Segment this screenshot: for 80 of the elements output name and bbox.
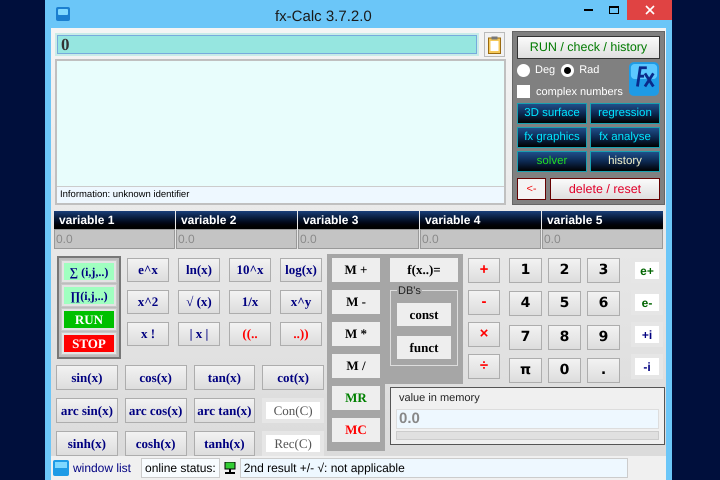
complex-key[interactable]: +i bbox=[631, 322, 663, 347]
memory-key[interactable]: M + bbox=[332, 258, 380, 282]
complex-checkbox[interactable]: complex numbers bbox=[517, 84, 623, 100]
tool-button[interactable]: fx graphics bbox=[517, 127, 587, 148]
memory-key[interactable]: M - bbox=[332, 290, 380, 314]
complex-key[interactable]: -i bbox=[631, 354, 663, 379]
function-key[interactable]: 10^x bbox=[229, 258, 271, 282]
function-key[interactable]: e^x bbox=[127, 258, 169, 282]
tool-button[interactable]: fx analyse bbox=[590, 127, 660, 148]
trig-key[interactable]: tanh(x) bbox=[194, 431, 256, 456]
trig-key[interactable]: arc sin(x) bbox=[56, 398, 118, 423]
digit-key[interactable]: 3 bbox=[587, 258, 620, 283]
loop-button[interactable]: ∏(i,j,..) bbox=[64, 287, 114, 304]
digit-key[interactable]: . bbox=[587, 358, 620, 383]
angle-radio[interactable]: Rad bbox=[561, 62, 600, 78]
trig-key[interactable]: arc tan(x) bbox=[194, 398, 256, 423]
digit-key[interactable]: π bbox=[509, 358, 542, 383]
variable-header: variable 5 bbox=[542, 211, 663, 229]
loop-button[interactable]: STOP bbox=[64, 335, 114, 352]
delete-reset-button[interactable]: delete / reset bbox=[550, 178, 660, 200]
info-bar: Information: unknown identifier bbox=[57, 186, 504, 203]
fx-logo-icon bbox=[629, 62, 659, 96]
variable-header: variable 3 bbox=[298, 211, 419, 229]
angle-radio[interactable]: Deg bbox=[517, 62, 556, 78]
expression-field[interactable]: 0 bbox=[55, 33, 479, 56]
online-status-label: online status: bbox=[141, 458, 220, 478]
function-key[interactable]: 1/x bbox=[229, 290, 271, 314]
trig-key[interactable]: tan(x) bbox=[194, 365, 256, 390]
network-icon bbox=[224, 462, 236, 474]
trig-key[interactable]: sin(x) bbox=[56, 365, 118, 390]
status-message: 2nd result +/- √: not applicable bbox=[240, 458, 628, 478]
digit-key[interactable]: 6 bbox=[587, 291, 620, 316]
close-button[interactable] bbox=[627, 0, 672, 20]
database-button[interactable]: funct bbox=[397, 336, 451, 359]
close-icon bbox=[644, 5, 654, 15]
digit-key[interactable]: 9 bbox=[587, 324, 620, 350]
clipboard-icon bbox=[488, 36, 501, 54]
trig-key[interactable]: cot(x) bbox=[262, 365, 324, 390]
function-key[interactable]: x^y bbox=[280, 290, 322, 314]
variable-header: variable 4 bbox=[420, 211, 541, 229]
function-key[interactable]: ln(x) bbox=[178, 258, 220, 282]
digit-key[interactable]: 1 bbox=[509, 258, 542, 283]
memory-label: value in memory bbox=[398, 391, 481, 406]
memory-value-field: 0.0 bbox=[396, 408, 659, 428]
variable-header: variable 2 bbox=[176, 211, 297, 229]
trig-key[interactable]: arc cos(x) bbox=[124, 398, 186, 423]
digit-key[interactable]: 4 bbox=[509, 291, 542, 316]
window-list-link[interactable]: window list bbox=[73, 459, 132, 477]
app-icon bbox=[56, 7, 70, 21]
trig-key[interactable]: Rec(C) bbox=[262, 431, 324, 456]
function-key[interactable]: x^2 bbox=[127, 290, 169, 314]
digit-key[interactable]: 5 bbox=[548, 291, 581, 316]
digit-key[interactable]: 7 bbox=[509, 324, 542, 350]
database-button[interactable]: const bbox=[397, 303, 451, 326]
tool-button[interactable]: 3D surface bbox=[517, 103, 587, 124]
variable-header: variable 1 bbox=[54, 211, 175, 229]
function-key[interactable]: | x | bbox=[178, 322, 220, 346]
function-key[interactable]: √ (x) bbox=[178, 290, 220, 314]
function-define-button[interactable]: f(x..)= bbox=[390, 258, 458, 282]
window-list-icon bbox=[53, 460, 69, 476]
digit-key[interactable]: 8 bbox=[548, 324, 581, 350]
trig-key[interactable]: cos(x) bbox=[124, 365, 186, 390]
tool-button[interactable]: solver bbox=[517, 151, 587, 172]
window-title: fx-Calc 3.7.2.0 bbox=[275, 7, 372, 27]
loop-button[interactable]: ∑ (i,j,..) bbox=[64, 263, 114, 280]
backspace-button[interactable]: <- bbox=[517, 178, 546, 200]
memory-key[interactable]: M * bbox=[332, 322, 380, 346]
tool-button[interactable]: history bbox=[590, 151, 660, 172]
memory-key[interactable]: M / bbox=[332, 354, 380, 378]
tool-button[interactable]: regression bbox=[590, 103, 660, 124]
trig-key[interactable]: sinh(x) bbox=[56, 431, 118, 456]
function-key[interactable]: x ! bbox=[127, 322, 169, 346]
memory-key[interactable]: MR bbox=[332, 386, 380, 410]
digit-key[interactable]: 2 bbox=[548, 258, 581, 283]
clipboard-button[interactable] bbox=[484, 32, 505, 57]
trig-key[interactable]: cosh(x) bbox=[124, 431, 186, 456]
trig-key[interactable]: Con(C) bbox=[262, 398, 324, 423]
digit-key[interactable]: 0 bbox=[548, 358, 581, 383]
run-check-button[interactable]: RUN / check / history bbox=[517, 36, 660, 59]
function-key[interactable]: log(x) bbox=[280, 258, 322, 282]
